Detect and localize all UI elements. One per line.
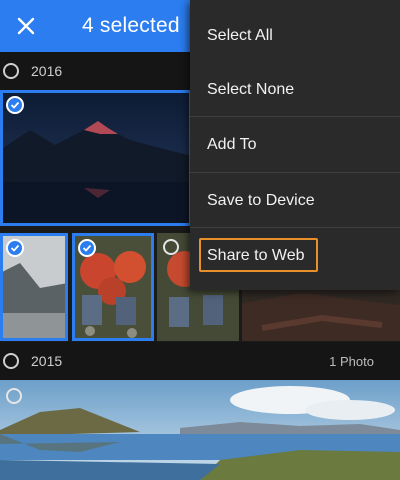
close-button[interactable] (0, 0, 52, 52)
selection-context-menu: Select All Select None Add To Save to De… (190, 0, 400, 290)
close-icon (17, 17, 35, 35)
selected-check-icon (6, 239, 24, 257)
menu-item-save-to-device[interactable]: Save to Device (190, 173, 400, 228)
unselected-circle-icon[interactable] (6, 388, 22, 404)
selected-check-icon (78, 239, 96, 257)
select-section-radio[interactable] (3, 353, 19, 369)
selected-check-icon (6, 96, 24, 114)
photo-boots-leaves-selected[interactable] (72, 233, 154, 341)
unselected-circle-icon[interactable] (163, 239, 179, 255)
photo-night-mountain[interactable] (0, 90, 192, 226)
photo-misty-fjord[interactable] (0, 233, 68, 341)
menu-item-select-none[interactable]: Select None (190, 62, 400, 117)
photo-panorama-lake[interactable] (0, 380, 400, 480)
selection-count-title: 4 selected (82, 14, 180, 37)
select-section-radio[interactable] (3, 63, 19, 79)
section-year: 2015 (31, 353, 63, 369)
menu-item-add-to[interactable]: Add To (190, 117, 400, 172)
section-year: 2016 (31, 63, 63, 79)
section-photo-count: 1 Photo (329, 353, 374, 369)
section-header-2015: 2015 1 Photo (0, 342, 400, 380)
menu-item-select-all[interactable]: Select All (190, 8, 400, 63)
highlight-box (199, 238, 318, 272)
